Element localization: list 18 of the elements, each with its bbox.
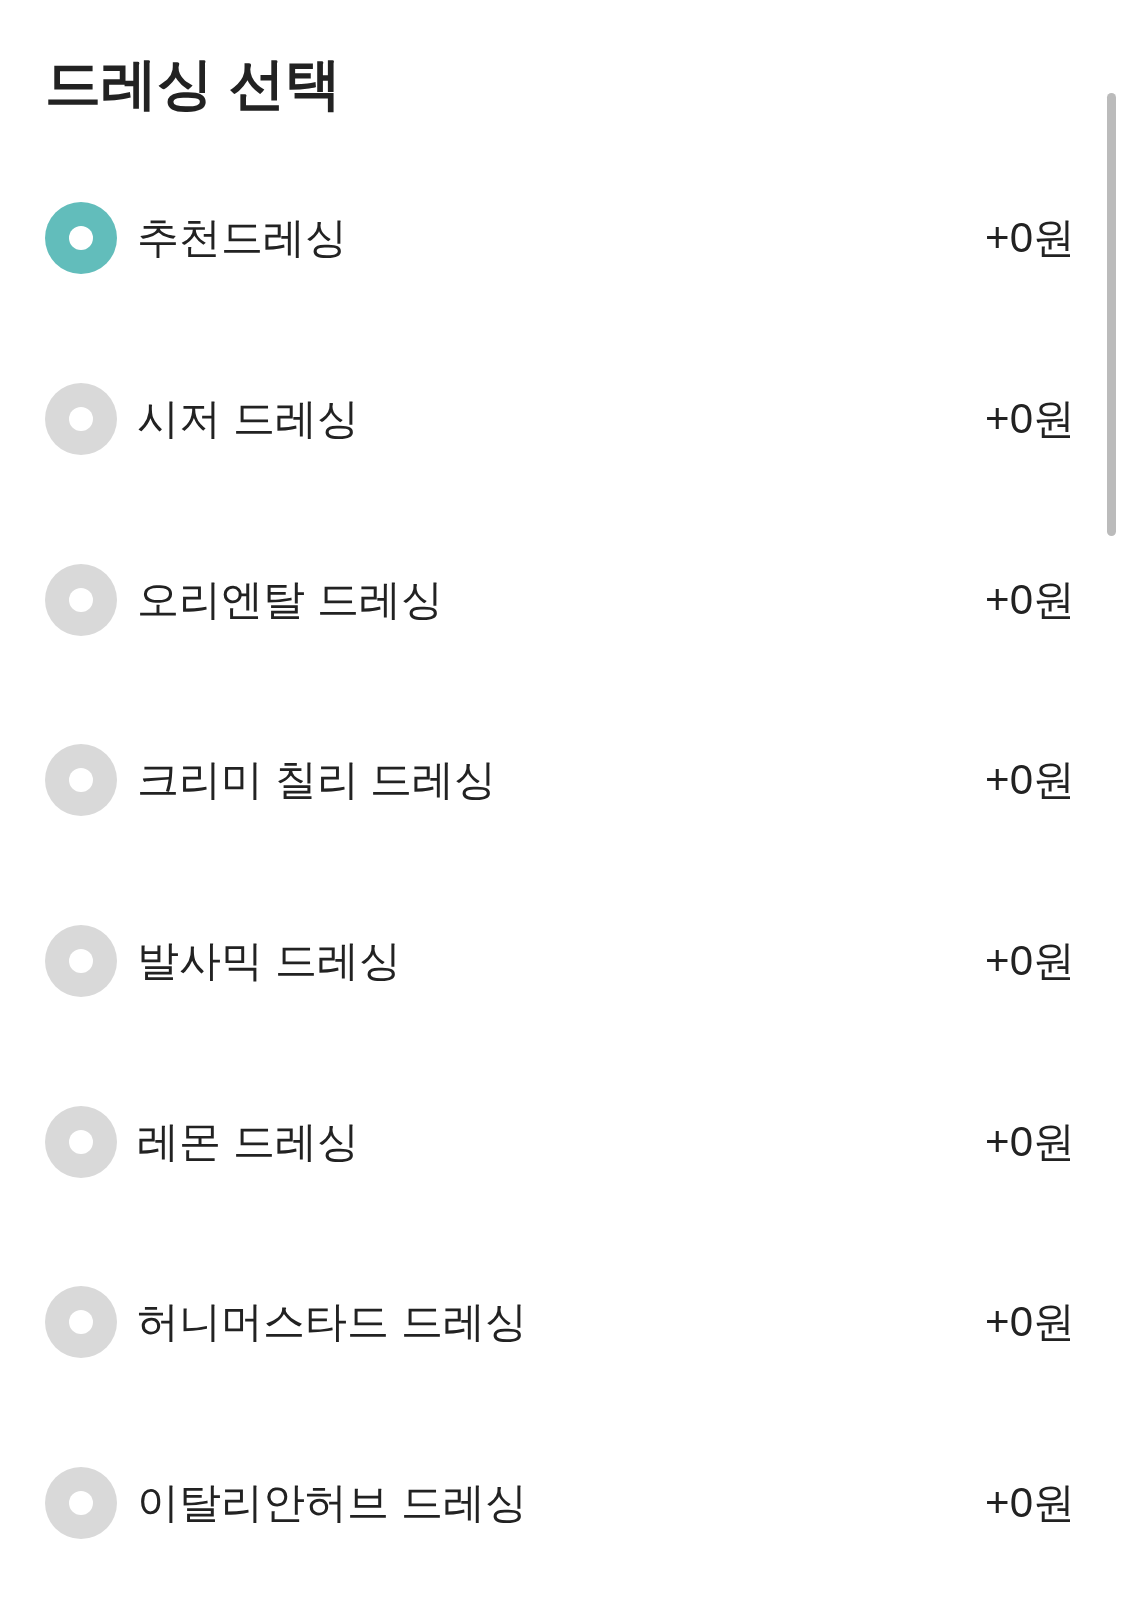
option-price: +0원 [985,1297,1075,1348]
option-price: +0원 [985,1116,1075,1167]
option-label: 추천드레싱 [137,213,347,264]
option-label: 레몬 드레싱 [137,1116,359,1167]
option-price: +0원 [985,213,1075,264]
option-label: 발사믹 드레싱 [137,936,401,987]
scrollbar-thumb[interactable] [1107,93,1116,536]
option-price: +0원 [985,936,1075,987]
option-label: 오리엔탈 드레싱 [137,574,443,625]
option-label: 이탈리안허브 드레싱 [137,1478,527,1529]
option-label: 허니머스타드 드레싱 [137,1297,527,1348]
option-price: +0원 [985,574,1075,625]
option-price: +0원 [985,755,1075,806]
option-price: +0원 [985,1478,1075,1529]
option-label: 시저 드레싱 [137,394,359,445]
option-label: 크리미 칠리 드레싱 [137,755,497,806]
option-price: +0원 [985,394,1075,445]
section-title: 드레싱 선택 [45,56,341,112]
